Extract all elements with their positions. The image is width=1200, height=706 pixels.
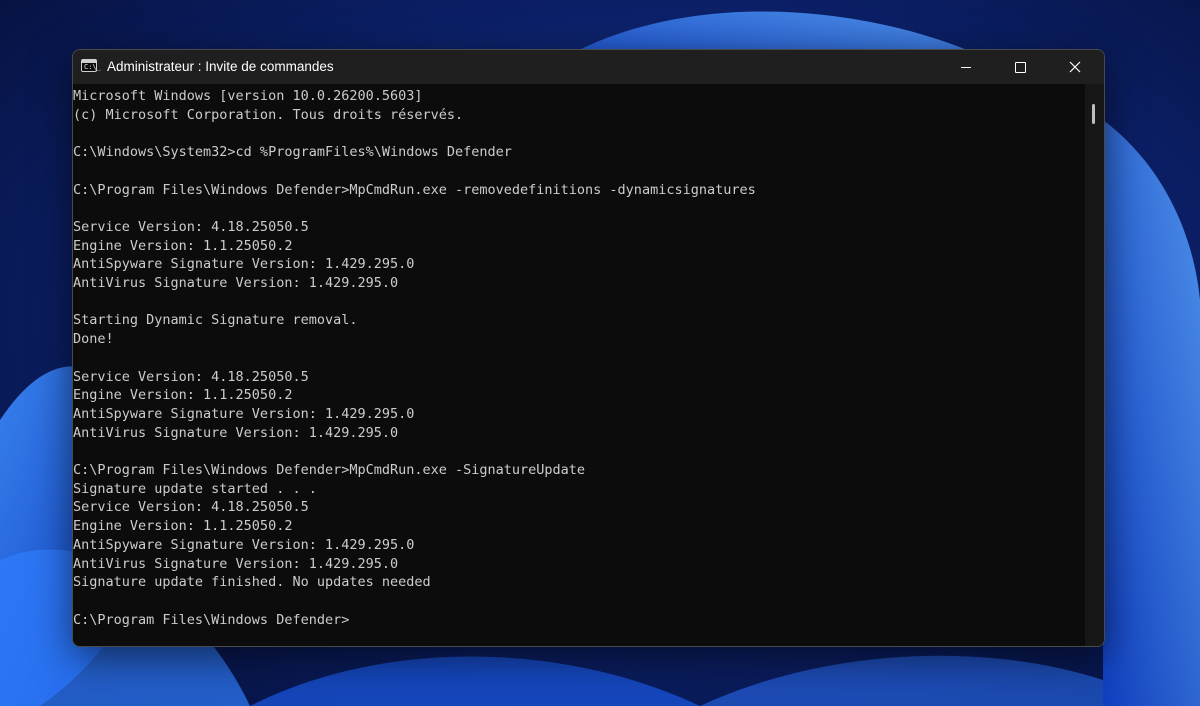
console-line: C:\Windows\System32>cd %ProgramFiles%\Wi… [73,144,512,161]
console-line: AntiSpyware Signature Version: 1.429.295… [73,536,415,553]
console-line: Service Version: 4.18.25050.5 [73,499,309,516]
console-output[interactable]: Microsoft Windows [version 10.0.26200.56… [73,84,1085,646]
minimize-icon [961,67,971,68]
scrollbar-thumb[interactable] [1092,104,1095,124]
console-line: Engine Version: 1.1.25050.2 [73,387,293,404]
console-line: Microsoft Windows [version 10.0.26200.56… [73,88,423,104]
console-line: C:\Program Files\Windows Defender> [73,611,350,628]
command-prompt-icon[interactable]: C:\_ [81,59,101,72]
console-text[interactable]: Microsoft Windows [version 10.0.26200.56… [73,84,1085,629]
close-button[interactable] [1052,50,1098,84]
console-line: AntiVirus Signature Version: 1.429.295.0 [73,275,399,292]
console-line: Engine Version: 1.1.25050.2 [73,237,293,254]
console-line: Done! [73,331,114,348]
console-line: Signature update finished. No updates ne… [73,574,431,591]
console-line: AntiSpyware Signature Version: 1.429.295… [73,256,415,273]
console-line: Service Version: 4.18.25050.5 [73,218,309,235]
window-title: Administrateur : Invite de commandes [107,59,334,74]
close-icon [1069,61,1081,73]
console-line: C:\Program Files\Windows Defender>MpCmdR… [73,462,586,479]
title-bar[interactable]: C:\_ Administrateur : Invite de commande… [73,50,1104,84]
command-prompt-window: C:\_ Administrateur : Invite de commande… [72,49,1105,647]
minimize-button[interactable] [943,50,989,84]
console-line: AntiVirus Signature Version: 1.429.295.0 [73,555,399,572]
console-line: C:\Program Files\Windows Defender>MpCmdR… [73,181,756,198]
maximize-icon [1015,62,1026,73]
console-line: Starting Dynamic Signature removal. [73,312,358,329]
console-line: (c) Microsoft Corporation. Tous droits r… [73,106,464,123]
console-line: AntiSpyware Signature Version: 1.429.295… [73,405,415,422]
console-line: Engine Version: 1.1.25050.2 [73,518,293,535]
maximize-button[interactable] [997,50,1043,84]
vertical-scrollbar[interactable] [1085,84,1104,646]
console-line: Service Version: 4.18.25050.5 [73,368,309,385]
console-line: Signature update started . . . [73,480,317,497]
console-line: AntiVirus Signature Version: 1.429.295.0 [73,424,399,441]
